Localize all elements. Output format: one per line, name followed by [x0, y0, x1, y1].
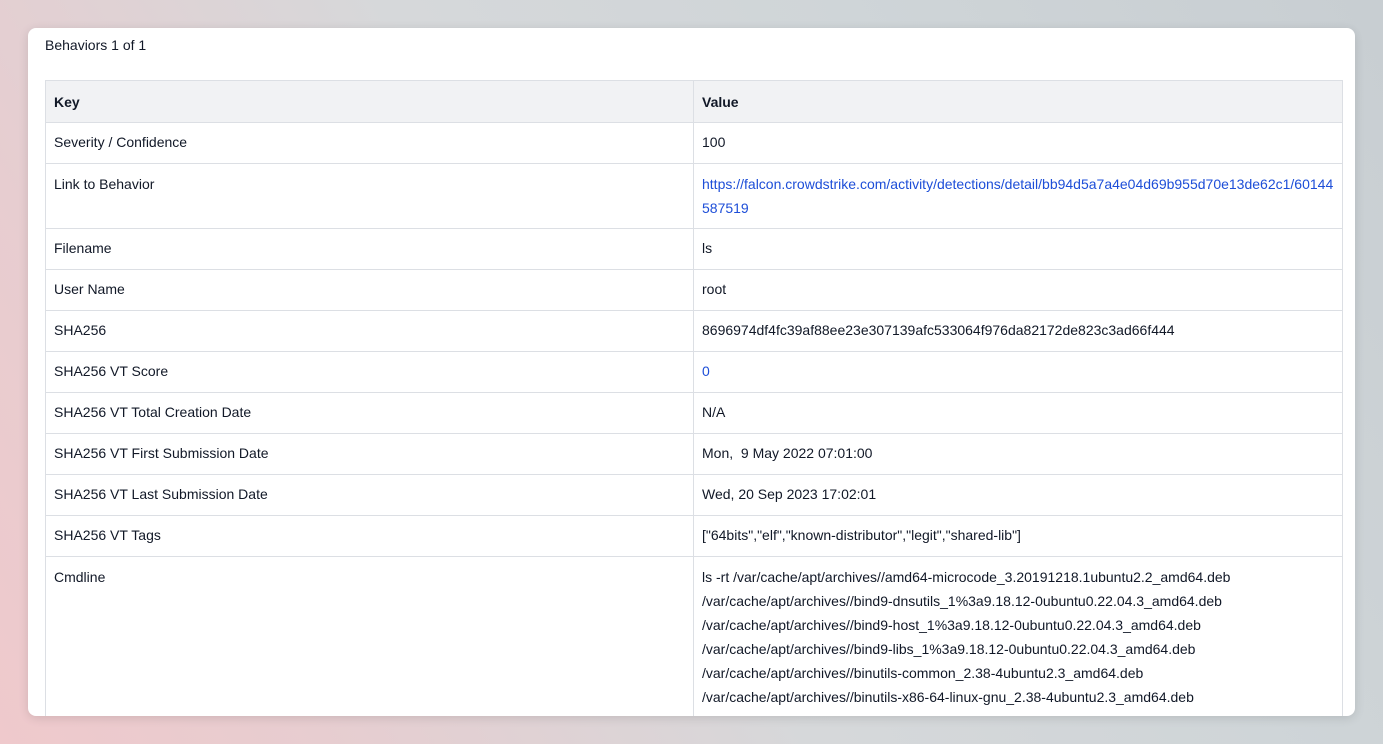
row-value: ["64bits","elf","known-distributor","leg…	[693, 515, 1343, 557]
table-row: Severity / Confidence 100	[45, 122, 1343, 164]
row-key: SHA256 VT First Submission Date	[45, 433, 694, 475]
row-key: SHA256	[45, 310, 694, 352]
header-value: Value	[693, 80, 1343, 123]
table-row: Cmdline ls -rt /var/cache/apt/archives//…	[45, 556, 1343, 716]
cmdline-line: /var/cache/apt/archives//bind9-dnsutils_…	[702, 593, 1222, 609]
cmdline-line: ls -rt /var/cache/apt/archives//amd64-mi…	[702, 569, 1231, 585]
table-row: SHA256 VT Tags ["64bits","elf","known-di…	[45, 515, 1343, 557]
row-key: Cmdline	[45, 556, 694, 716]
row-key: SHA256 VT Total Creation Date	[45, 392, 694, 434]
row-value: Wed, 20 Sep 2023 17:02:01	[693, 474, 1343, 516]
table-row: User Name root	[45, 269, 1343, 311]
row-value: N/A	[693, 392, 1343, 434]
row-value: Mon, 9 May 2022 07:01:00	[693, 433, 1343, 475]
cmdline-value: ls -rt /var/cache/apt/archives//amd64-mi…	[693, 556, 1343, 716]
table-row: SHA256 VT Score 0	[45, 351, 1343, 393]
row-key: Filename	[45, 228, 694, 270]
cmdline-line: /var/cache/apt/archives//binutils-common…	[702, 665, 1144, 681]
table-row: SHA256 VT First Submission Date Mon, 9 M…	[45, 433, 1343, 475]
table-header-row: Key Value	[45, 80, 1343, 123]
cmdline-line: /var/cache/apt/archives//bind9-libs_1%3a…	[702, 641, 1196, 657]
cmdline-line: /var/cache/apt/archives//bind9-host_1%3a…	[702, 617, 1201, 633]
row-key: SHA256 VT Last Submission Date	[45, 474, 694, 516]
header-key: Key	[45, 80, 694, 123]
row-key: SHA256 VT Score	[45, 351, 694, 393]
cmdline-line: /var/cache/apt/archives//binutils-x86-64…	[702, 689, 1194, 705]
row-key: User Name	[45, 269, 694, 311]
panel-title: Behaviors 1 of 1	[45, 37, 147, 53]
table-row: Link to Behavior https://falcon.crowdstr…	[45, 163, 1343, 229]
behavior-details-table: Key Value Severity / Confidence 100 Link…	[45, 80, 1343, 716]
table-row: SHA256 8696974df4fc39af88ee23e307139afc5…	[45, 310, 1343, 352]
row-key: Link to Behavior	[45, 163, 694, 229]
row-value: 8696974df4fc39af88ee23e307139afc533064f9…	[693, 310, 1343, 352]
row-value: 100	[693, 122, 1343, 164]
behavior-link[interactable]: https://falcon.crowdstrike.com/activity/…	[702, 176, 1333, 216]
behaviors-panel: Behaviors 1 of 1 Key Value Severity / Co…	[28, 28, 1355, 716]
row-value: https://falcon.crowdstrike.com/activity/…	[693, 163, 1343, 229]
vt-score-link[interactable]: 0	[702, 363, 710, 379]
row-key: Severity / Confidence	[45, 122, 694, 164]
table-row: Filename ls	[45, 228, 1343, 270]
table-row: SHA256 VT Total Creation Date N/A	[45, 392, 1343, 434]
table-row: SHA256 VT Last Submission Date Wed, 20 S…	[45, 474, 1343, 516]
row-key: SHA256 VT Tags	[45, 515, 694, 557]
row-value: ls	[693, 228, 1343, 270]
row-value: root	[693, 269, 1343, 311]
row-value: 0	[693, 351, 1343, 393]
